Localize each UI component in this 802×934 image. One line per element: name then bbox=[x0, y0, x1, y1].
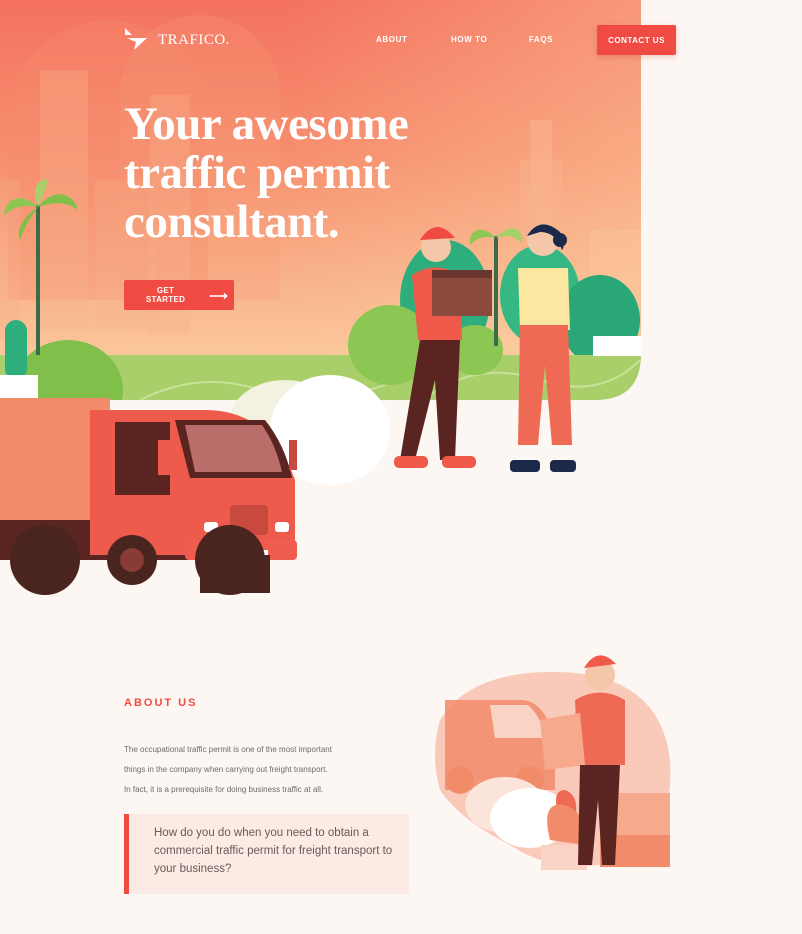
about-quote-text: How do you do when you need to obtain a … bbox=[154, 827, 393, 875]
hero-headline: Your awesome traffic permit consultant. bbox=[124, 100, 484, 247]
triangle-flag-logo-icon bbox=[124, 26, 148, 55]
brand-name: TRAFICO. bbox=[158, 32, 230, 48]
about-line-1: The occupational traffic permit is one o… bbox=[124, 745, 332, 754]
headline-line-2: traffic permit bbox=[124, 147, 390, 199]
brand-logo[interactable]: TRAFICO. bbox=[124, 26, 230, 55]
truck-illustration bbox=[0, 398, 297, 595]
headline-line-1: Your awesome bbox=[124, 98, 409, 150]
headline-line-3: consultant. bbox=[124, 196, 340, 248]
get-started-button[interactable]: GET STARTED ⟶ bbox=[124, 280, 234, 310]
about-line-3: In fact, it is a prerequisite for doing … bbox=[124, 785, 324, 794]
nav-about[interactable]: ABOUT bbox=[376, 35, 407, 44]
contact-us-button[interactable]: CONTACT US bbox=[597, 25, 676, 55]
nav-faqs[interactable]: FAQS bbox=[529, 35, 553, 44]
about-illustration bbox=[435, 655, 671, 870]
about-heading: ABOUT US bbox=[124, 697, 198, 709]
about-paragraph: The occupational traffic permit is one o… bbox=[124, 740, 384, 800]
get-started-label: GET STARTED bbox=[145, 286, 186, 304]
about-line-2: things in the company when carrying out … bbox=[124, 765, 328, 774]
about-quote: How do you do when you need to obtain a … bbox=[124, 814, 409, 894]
arrow-right-icon: ⟶ bbox=[209, 287, 228, 303]
nav-how-to[interactable]: HOW TO bbox=[451, 35, 487, 44]
